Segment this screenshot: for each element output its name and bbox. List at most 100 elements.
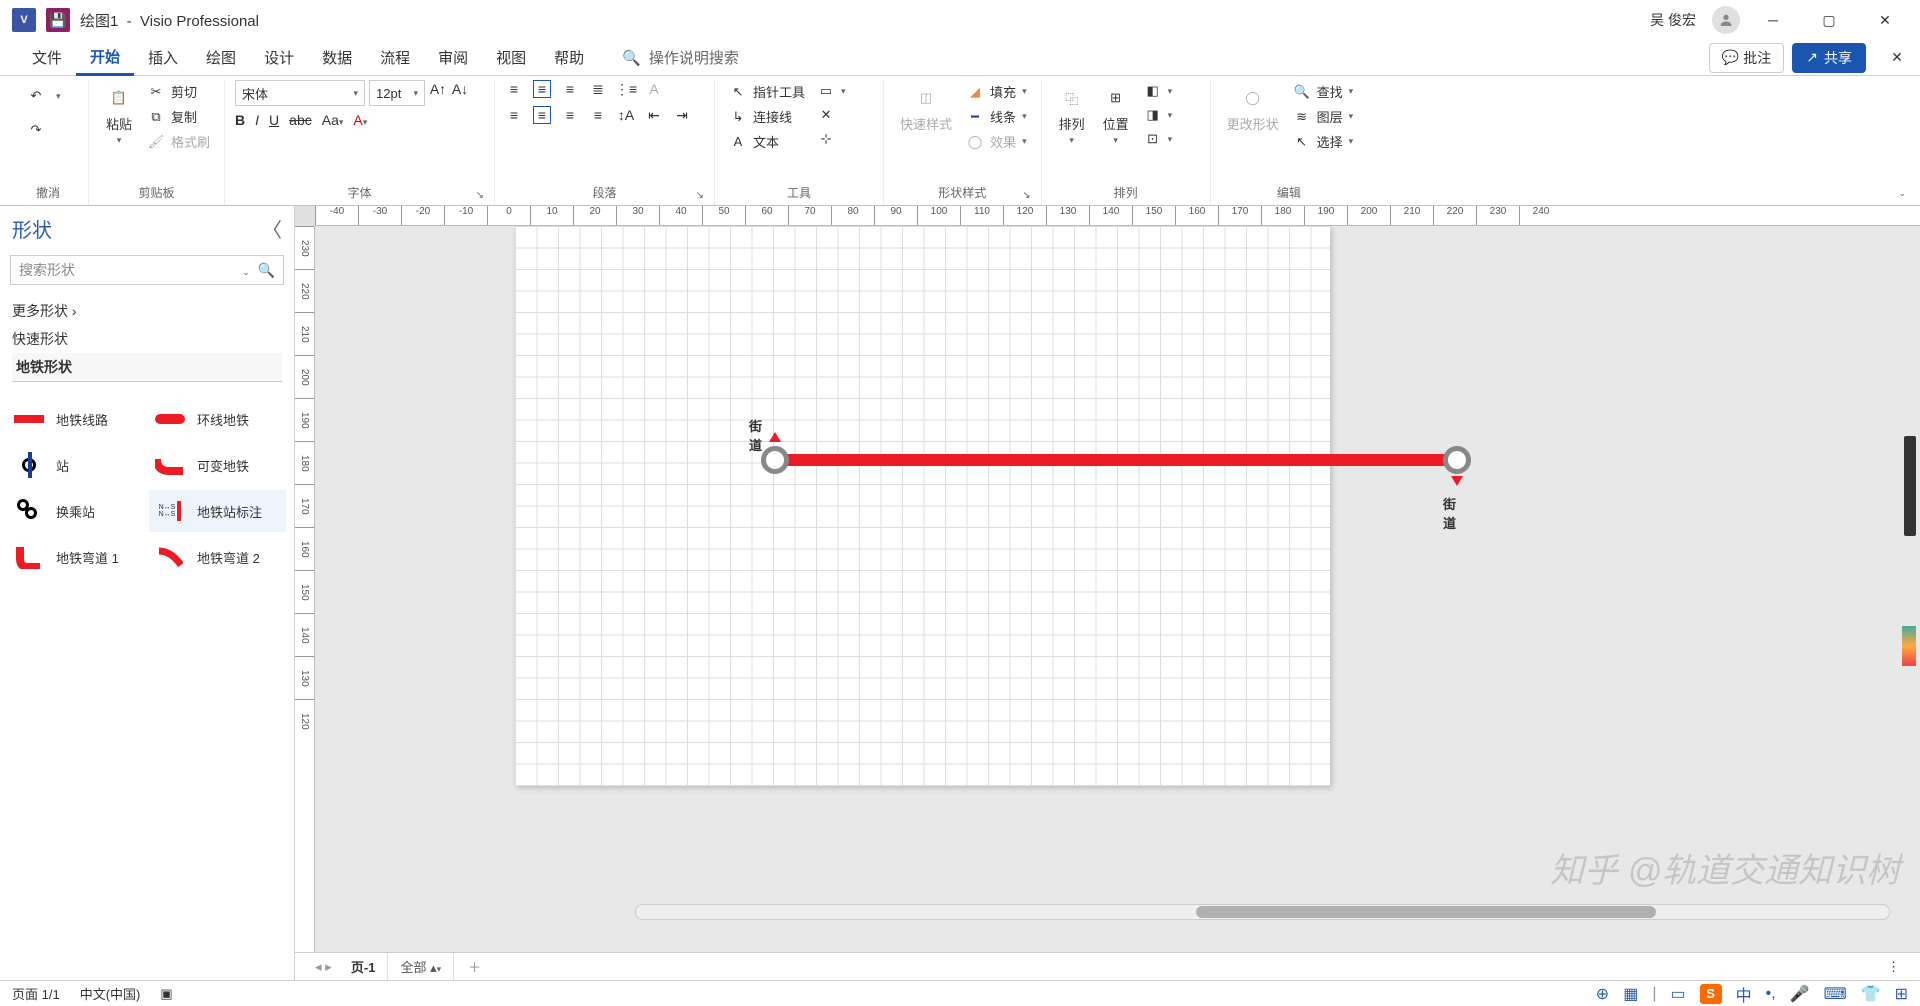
align-right-icon[interactable]: ≡	[561, 106, 579, 124]
tab-design[interactable]: 设计	[250, 41, 308, 74]
effects-button[interactable]: ◯效果▾	[962, 130, 1031, 153]
tab-draw[interactable]: 绘图	[192, 41, 250, 74]
font-dialog-launcher-icon[interactable]: ↘	[476, 190, 484, 201]
collapse-panel-icon[interactable]: 〈	[262, 214, 282, 243]
bullets-icon[interactable]: ≣	[589, 80, 607, 98]
horizontal-ruler[interactable]: -40-30-20-100102030405060708090100110120…	[315, 206, 1920, 226]
save-icon[interactable]: 💾	[46, 8, 70, 32]
horizontal-scrollbar[interactable]	[635, 904, 1890, 920]
change-shape-button[interactable]: ◯更改形状	[1221, 80, 1285, 137]
shape-ring-metro[interactable]: 环线地铁	[149, 398, 286, 440]
ime-skin-icon[interactable]: 👕	[1861, 984, 1881, 1004]
quick-shapes-link[interactable]: 快速形状	[12, 325, 282, 353]
drawing-canvas[interactable]: 街道 街道 知乎 @轨道交通知识树	[315, 226, 1920, 952]
tell-me-search[interactable]: 🔍 操作说明搜索	[622, 47, 739, 68]
align-top-icon[interactable]: ≡	[505, 80, 523, 98]
fill-button[interactable]: ◢填充▾	[962, 80, 1031, 103]
collapse-ribbon-button[interactable]: ✕	[1874, 42, 1920, 74]
tab-home[interactable]: 开始	[76, 40, 134, 76]
shape-metro-line[interactable]: 地铁线路	[8, 398, 145, 440]
position-button[interactable]: ⊞位置▾	[1096, 80, 1136, 150]
more-shapes-link[interactable]: 更多形状 ›	[12, 297, 282, 325]
shape-curve-1[interactable]: 地铁弯道 1	[8, 536, 145, 578]
ime-punct-icon[interactable]: •,	[1766, 985, 1776, 1003]
tab-process[interactable]: 流程	[366, 41, 424, 74]
connection-point-button[interactable]: ⊹	[813, 128, 873, 150]
horizontal-scroll-thumb[interactable]	[1196, 906, 1656, 918]
tab-view[interactable]: 视图	[482, 41, 540, 74]
tab-insert[interactable]: 插入	[134, 41, 192, 74]
paste-button[interactable]: 📋 粘贴 ▾	[99, 80, 139, 150]
align-middle-icon[interactable]: ≡	[533, 80, 551, 98]
send-back-button[interactable]: ◨▾	[1140, 104, 1200, 126]
justify-icon[interactable]: ≡	[589, 106, 607, 124]
ime-badge[interactable]: S	[1700, 984, 1722, 1004]
connector-tool-button[interactable]: ↳连接线	[725, 105, 809, 128]
station-label-1[interactable]: 街道	[749, 416, 762, 454]
macro-recorder-icon[interactable]: ▣	[160, 986, 172, 1002]
pointer-tool-button[interactable]: ↖指针工具	[725, 80, 809, 103]
user-avatar-icon[interactable]	[1712, 6, 1740, 34]
page-tab-all[interactable]: 全部 ▴▾	[388, 953, 454, 980]
page-nav-next-icon[interactable]: ▸	[325, 959, 332, 975]
user-name[interactable]: 吴 俊宏	[1650, 10, 1696, 30]
copy-button[interactable]: ⧉复制	[143, 105, 214, 128]
ime-keyboard-icon[interactable]: ⌨	[1824, 984, 1847, 1004]
minimize-button[interactable]: ─	[1750, 4, 1796, 36]
italic-button[interactable]: I	[255, 112, 259, 128]
select-button[interactable]: ↖选择▾	[1289, 130, 1358, 153]
presentation-icon[interactable]: ▭	[1670, 984, 1685, 1004]
page-tabs-more-icon[interactable]: ⋮	[1887, 959, 1920, 975]
tab-help[interactable]: 帮助	[540, 41, 598, 74]
underline-button[interactable]: U	[269, 112, 279, 128]
ime-toolbox-icon[interactable]: ⊞	[1895, 984, 1908, 1004]
ime-lang[interactable]: 中	[1736, 982, 1752, 1006]
undo-button[interactable]: ↶▾	[18, 80, 78, 112]
close-button[interactable]: ✕	[1862, 4, 1908, 36]
ime-mic-icon[interactable]: 🎤	[1790, 984, 1810, 1004]
strike-button[interactable]: abc	[289, 112, 312, 128]
comments-button[interactable]: 💬 批注	[1709, 43, 1784, 73]
format-painter-button[interactable]: 🖌格式刷	[143, 130, 214, 153]
shape-station[interactable]: 站	[8, 444, 145, 486]
station-left[interactable]	[761, 446, 789, 474]
text-tool-button[interactable]: A文本	[725, 130, 809, 153]
add-page-button[interactable]: ＋	[454, 957, 495, 976]
redo-button[interactable]: ↷	[18, 114, 78, 146]
arrange-button[interactable]: ⿻排列▾	[1052, 80, 1092, 150]
find-button[interactable]: 🔍查找▾	[1289, 80, 1358, 103]
maximize-button[interactable]: ▢	[1806, 4, 1852, 36]
status-language[interactable]: 中文(中国)	[80, 984, 141, 1003]
vertical-ruler[interactable]: 230220210200190180170160150140130120	[295, 226, 315, 952]
status-page[interactable]: 页面 1/1	[12, 984, 60, 1003]
layers-button[interactable]: ≋图层▾	[1289, 105, 1358, 128]
styles-dialog-launcher-icon[interactable]: ↘	[1022, 190, 1030, 201]
direction-down-icon[interactable]	[1451, 476, 1463, 486]
paragraph-dialog-launcher-icon[interactable]: ↘	[696, 190, 704, 201]
font-name-combo[interactable]: 宋体▾	[235, 80, 365, 106]
shape-transfer[interactable]: 换乘站	[8, 490, 145, 532]
text-direction-icon[interactable]: ↕A	[617, 106, 635, 124]
decrease-indent-icon[interactable]: ⇤	[645, 106, 663, 124]
align-bottom-icon[interactable]: ≡	[561, 80, 579, 98]
align-center-icon[interactable]: ≡	[533, 106, 551, 124]
bold-button[interactable]: B	[235, 112, 245, 128]
increase-indent-icon[interactable]: ⇥	[673, 106, 691, 124]
rectangle-tool-button[interactable]: ▭▾	[813, 80, 873, 102]
increase-font-icon[interactable]: A↑	[429, 80, 447, 98]
numbering-icon[interactable]: ⋮≡	[617, 80, 635, 98]
fit-window-icon[interactable]: ▦	[1623, 984, 1638, 1004]
page-nav-prev-icon[interactable]: ◂	[315, 959, 322, 975]
tab-file[interactable]: 文件	[18, 41, 76, 74]
decrease-font-icon[interactable]: A↓	[451, 80, 469, 98]
quick-styles-button[interactable]: ◫ 快速样式	[894, 80, 958, 137]
shape-station-label[interactable]: N↔SN↔S地铁站标注	[149, 490, 286, 532]
cut-button[interactable]: ✂剪切	[143, 80, 214, 103]
metro-line-shape[interactable]	[775, 454, 1455, 466]
share-button[interactable]: ↗ 共享	[1792, 43, 1866, 73]
shapes-search-input[interactable]: 搜索形状 ⌄ 🔍	[10, 255, 284, 285]
zoom-indicator-icon[interactable]	[1902, 626, 1916, 666]
shape-variable-metro[interactable]: 可变地铁	[149, 444, 286, 486]
case-button[interactable]: Aa▾	[322, 112, 344, 128]
tab-review[interactable]: 审阅	[424, 41, 482, 74]
